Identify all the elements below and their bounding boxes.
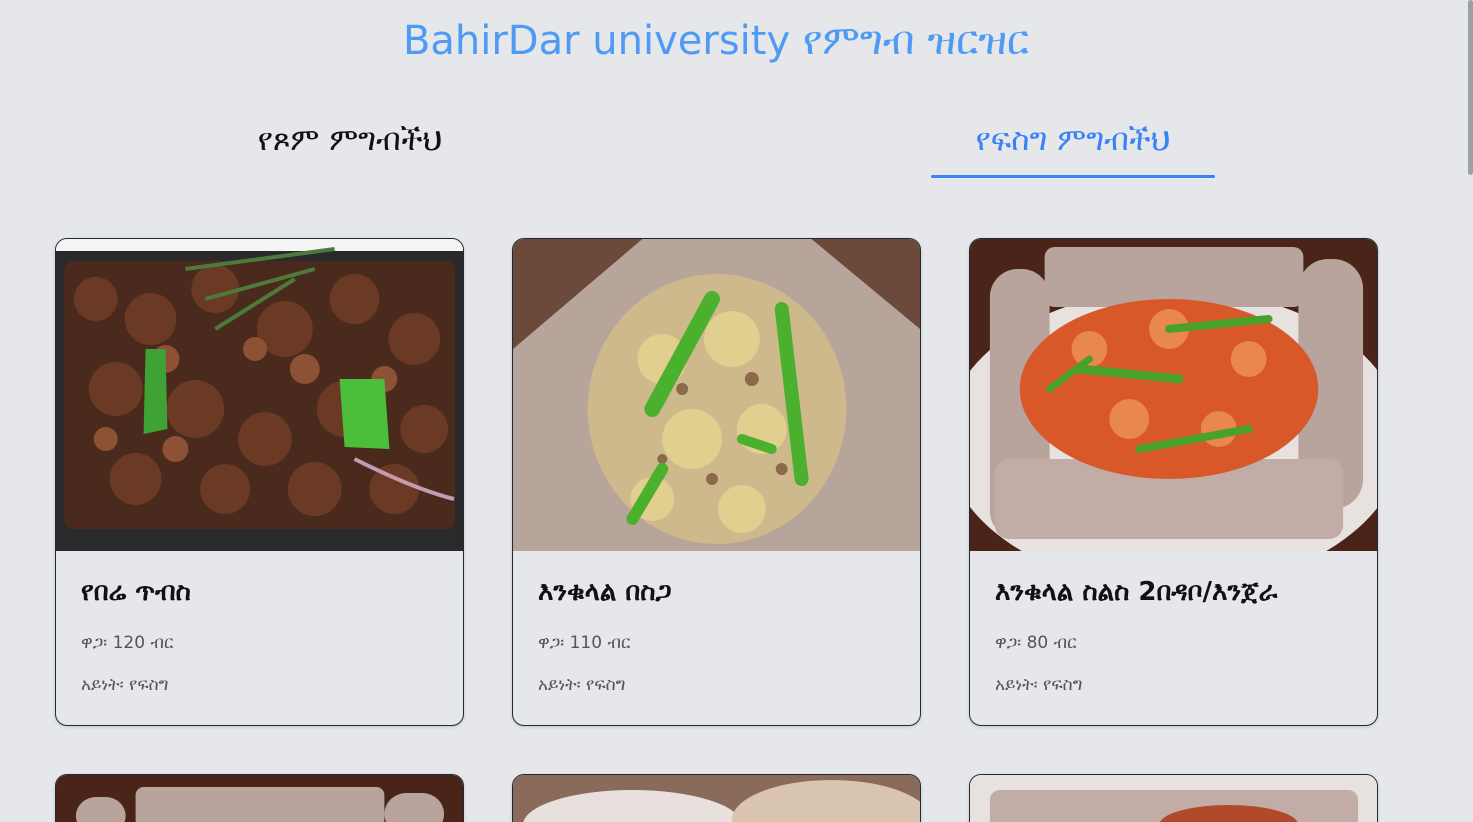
- food-price: ዋጋ፡ 80 ብር: [995, 633, 1077, 653]
- food-name: እንቁላል ስልስ 2በዳቦ/እንጀራ: [995, 577, 1278, 607]
- tab-fasting-food[interactable]: የጾም ምግብችህ: [190, 112, 510, 178]
- food-image: [970, 775, 1377, 822]
- food-price: ዋጋ፡ 110 ብር: [538, 633, 631, 653]
- food-image-beef-tibs: [56, 239, 463, 551]
- food-name: እንቁላል በስጋ: [538, 577, 672, 607]
- food-image-egg-with-meat: [513, 239, 920, 551]
- food-card[interactable]: የበሬ ጥብስ ዋጋ፡ 120 ብር አይነት፡ የፍስግ: [55, 238, 464, 726]
- tab-nonfasting-food[interactable]: የፍስግ ምግብችህ: [931, 112, 1215, 178]
- page-scrollbar[interactable]: [1467, 0, 1473, 822]
- food-card[interactable]: [512, 774, 921, 822]
- food-image: [56, 775, 463, 822]
- food-card[interactable]: [969, 774, 1378, 822]
- food-type: አይነት፡ የፍስግ: [81, 675, 169, 695]
- food-card[interactable]: እንቁላል ስልስ 2በዳቦ/እንጀራ ዋጋ፡ 80 ብር አይነት፡ የፍስግ: [969, 238, 1378, 726]
- food-image: [513, 775, 920, 822]
- food-card[interactable]: እንቁላል በስጋ ዋጋ፡ 110 ብር አይነት፡ የፍስግ: [512, 238, 921, 726]
- food-card[interactable]: [55, 774, 464, 822]
- page-title: BahirDar university የምግብ ዝርዝር: [402, 18, 1030, 64]
- food-image-spicy-egg: [970, 239, 1377, 551]
- food-type: አይነት፡ የፍስግ: [538, 675, 626, 695]
- food-type: አይነት፡ የፍስግ: [995, 675, 1083, 695]
- scrollbar-thumb[interactable]: [1468, 0, 1473, 175]
- food-price: ዋጋ፡ 120 ብር: [81, 633, 174, 653]
- food-name: የበሬ ጥብስ: [81, 577, 191, 607]
